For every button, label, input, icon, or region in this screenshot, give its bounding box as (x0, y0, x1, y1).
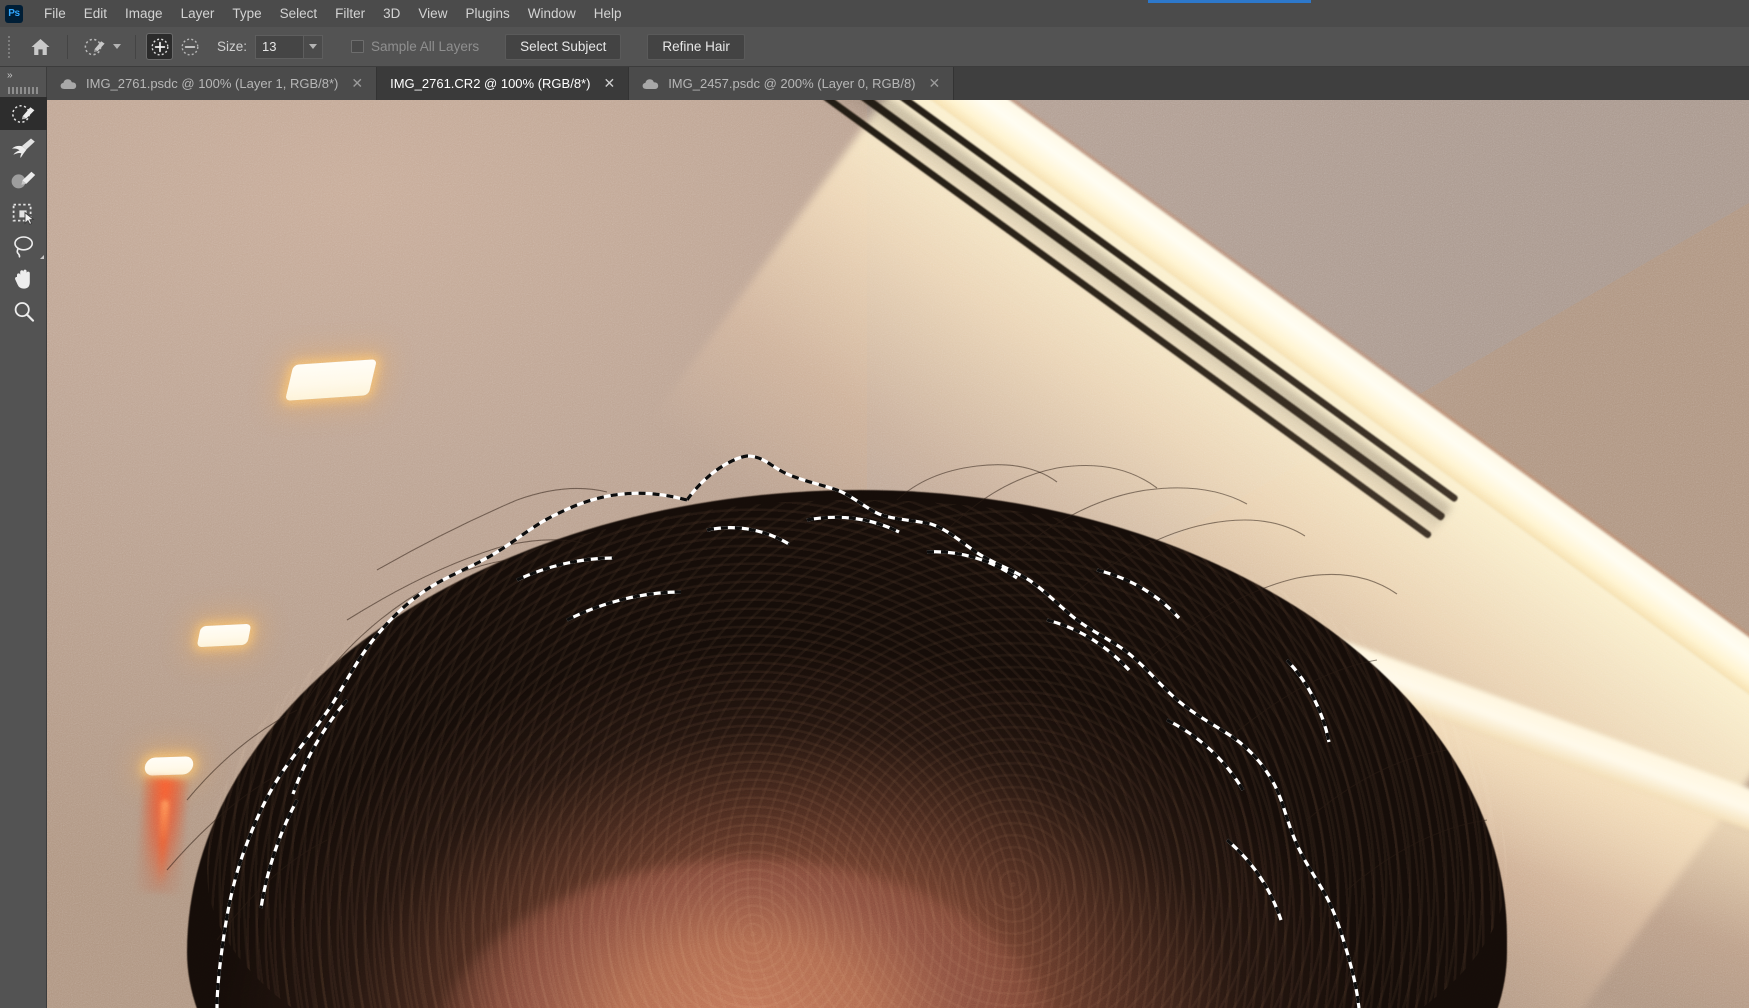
photoshop-logo: Ps (5, 4, 23, 23)
tool-zoom[interactable] (0, 295, 47, 328)
tool-brush[interactable] (0, 163, 47, 196)
close-icon[interactable]: ✕ (929, 75, 941, 92)
menu-item-help[interactable]: Help (585, 3, 631, 24)
menu-item-select[interactable]: Select (271, 3, 327, 24)
sample-all-layers-label: Sample All Layers (371, 39, 480, 54)
quick-selection-tool-icon (11, 104, 34, 123)
menu-item-3d[interactable]: 3D (374, 3, 409, 24)
menu-bar: Ps File Edit Image Layer Type Select Fil… (0, 0, 1749, 27)
tool-flyout-indicator (40, 255, 44, 259)
menu-item-view[interactable]: View (409, 3, 456, 24)
magnifier-icon (14, 301, 34, 322)
quick-selection-tool-icon (82, 34, 110, 60)
add-to-selection-icon (150, 37, 169, 56)
chevron-down-icon (309, 44, 318, 49)
subtract-from-selection-button[interactable] (176, 33, 203, 60)
menu-item-plugins[interactable]: Plugins (456, 3, 518, 24)
options-divider-1 (67, 34, 68, 59)
tool-preset-picker[interactable] (78, 32, 125, 62)
brush-tool-icon (11, 171, 35, 188)
spot-healing-brush-icon (11, 138, 35, 158)
menu-item-edit[interactable]: Edit (75, 3, 116, 24)
options-bar-grip[interactable] (4, 34, 13, 60)
select-subject-button[interactable]: Select Subject (505, 33, 622, 60)
cloud-document-icon (642, 78, 659, 90)
document-tab-2[interactable]: IMG_2761.CR2 @ 100% (RGB/8*) ✕ (377, 67, 630, 100)
home-button[interactable] (23, 30, 57, 64)
options-bar: Size: 13 Sample All Layers Select Subjec… (0, 27, 1749, 67)
tool-hand[interactable] (0, 262, 47, 295)
menu-item-layer[interactable]: Layer (172, 3, 224, 24)
sample-all-layers-row[interactable]: Sample All Layers (351, 39, 479, 54)
window-accent-bar (1148, 0, 1311, 3)
tool-healing-brush[interactable] (0, 130, 47, 163)
document-canvas[interactable] (47, 100, 1749, 1008)
options-divider-2 (135, 34, 136, 59)
document-tab-bar: IMG_2761.psdc @ 100% (Layer 1, RGB/8*) ✕… (47, 67, 1749, 100)
hand-tool-icon (14, 269, 30, 289)
ceiling-light-panel-2 (196, 623, 252, 648)
add-to-selection-button[interactable] (146, 33, 173, 60)
brush-size-input[interactable]: 13 (255, 34, 304, 59)
object-selection-icon (12, 203, 35, 225)
brush-size-dropdown-button[interactable] (303, 34, 324, 59)
chevron-down-icon (113, 44, 121, 49)
close-icon[interactable]: ✕ (603, 75, 615, 92)
double-chevron-right-icon[interactable]: » (0, 67, 46, 83)
cloud-document-icon (60, 78, 77, 90)
tool-lasso[interactable] (0, 229, 47, 262)
brush-size-label: Size: (217, 39, 248, 54)
menu-item-type[interactable]: Type (223, 3, 270, 24)
drag-grip-icon[interactable] (0, 83, 46, 97)
tool-object-selection[interactable] (0, 196, 47, 229)
menu-item-window[interactable]: Window (519, 3, 585, 24)
document-tab-3[interactable]: IMG_2457.psdc @ 200% (Layer 0, RGB/8) ✕ (629, 67, 955, 100)
tools-panel: » (0, 67, 47, 1008)
tool-quick-selection[interactable] (0, 97, 47, 130)
selection-mode-group (146, 33, 203, 60)
menu-item-filter[interactable]: Filter (326, 3, 374, 24)
ceiling-light-panel-1 (284, 359, 378, 401)
photoshop-window: Ps File Edit Image Layer Type Select Fil… (0, 0, 1749, 1008)
photograph (47, 100, 1749, 1008)
document-tab-2-title: IMG_2761.CR2 @ 100% (RGB/8*) (390, 76, 591, 91)
subtract-from-selection-icon (180, 37, 199, 56)
ceiling-light-panel-3 (143, 756, 195, 776)
sample-all-layers-checkbox[interactable] (351, 40, 365, 53)
menu-item-file[interactable]: File (35, 3, 75, 24)
lasso-tool-icon (13, 235, 33, 258)
close-icon[interactable]: ✕ (351, 75, 363, 92)
home-icon (31, 38, 49, 55)
menu-item-image[interactable]: Image (116, 3, 172, 24)
document-tab-1[interactable]: IMG_2761.psdc @ 100% (Layer 1, RGB/8*) ✕ (47, 67, 378, 100)
document-tab-3-title: IMG_2457.psdc @ 200% (Layer 0, RGB/8) (668, 76, 916, 91)
document-tab-1-title: IMG_2761.psdc @ 100% (Layer 1, RGB/8*) (86, 76, 339, 91)
refine-hair-button[interactable]: Refine Hair (647, 33, 745, 60)
